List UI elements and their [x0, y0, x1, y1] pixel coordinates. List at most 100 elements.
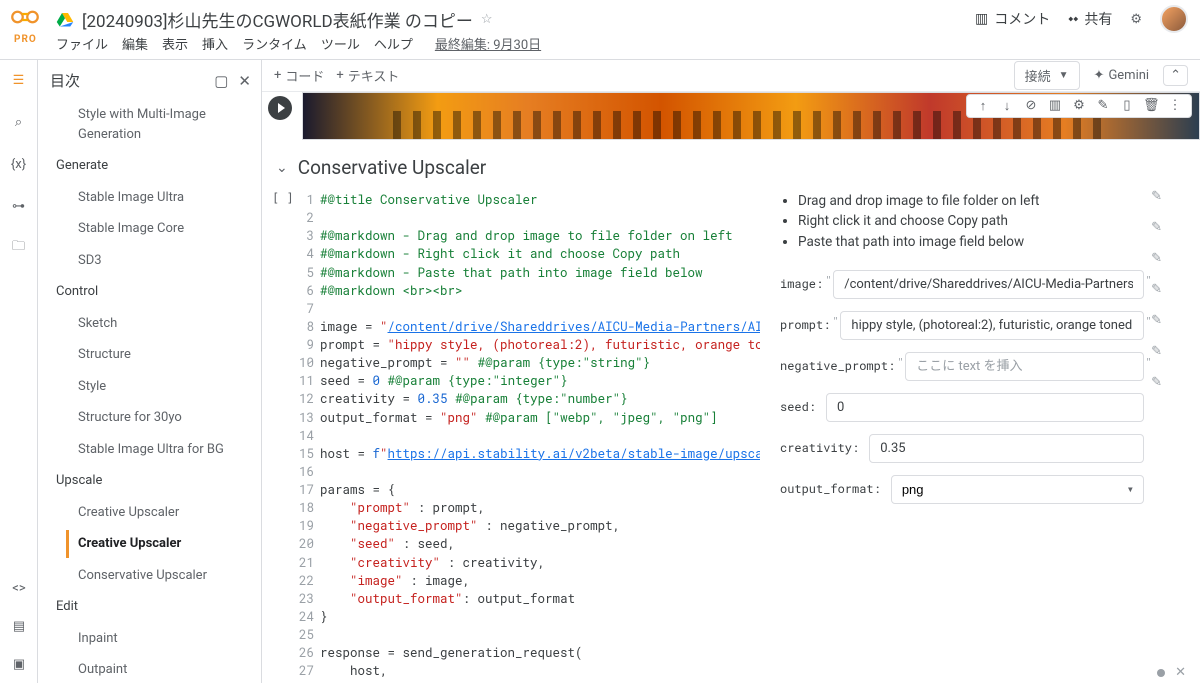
toc-item[interactable]: Stable Image Ultra — [38, 182, 261, 214]
add-code-button[interactable]: +コード — [274, 66, 324, 85]
toc-item[interactable]: Structure for 30yo — [38, 402, 261, 434]
pencil-icon[interactable]: ✎ — [1151, 375, 1162, 390]
pencil-icon[interactable]: ✎ — [1151, 220, 1162, 235]
delete-cell-icon[interactable]: 🗑 — [1143, 98, 1159, 114]
gemini-button[interactable]: ✦Gemini — [1094, 68, 1150, 83]
star-icon[interactable]: ☆ — [481, 12, 493, 27]
toc-item[interactable]: Upscale — [38, 465, 261, 497]
pencil-icon[interactable]: ✎ — [1151, 344, 1162, 359]
toc-item[interactable]: Conservative Upscaler — [38, 560, 261, 592]
toc-item[interactable]: Creative Upscaler — [38, 528, 261, 560]
status-bar: ✕ — [1157, 665, 1186, 680]
files-icon[interactable]: 🗀 — [9, 238, 29, 258]
status-dot-icon — [1157, 669, 1165, 677]
code-cell[interactable]: [ ] 123456789101112131415161718192021222… — [272, 189, 1200, 683]
menubar: ファイル 編集 表示 挿入 ランタイム ツール ヘルプ 最終編集: 9月30日 — [0, 34, 1200, 59]
chevron-down-icon: ▼ — [1059, 70, 1069, 81]
menu-view[interactable]: 表示 — [162, 34, 188, 53]
toc-list: Style with Multi-Image GenerationGenerat… — [38, 99, 261, 683]
instruction-item: Drag and drop image to file folder on le… — [798, 191, 1144, 211]
pencil-icon[interactable]: ✎ — [1151, 282, 1162, 297]
pencil-icon[interactable]: ✎ — [1151, 251, 1162, 266]
share-icon: ⬩⬩ — [1068, 11, 1078, 27]
section-chevron-icon[interactable]: ⌄ — [276, 160, 288, 176]
more-cell-icon[interactable]: ⋮ — [1167, 98, 1183, 114]
toc-item[interactable]: Edit — [38, 591, 261, 623]
gear-icon[interactable]: ⚙ — [1130, 12, 1142, 27]
toc-item[interactable]: Style with Multi-Image Generation — [38, 99, 261, 150]
prompt-input[interactable] — [840, 311, 1144, 340]
toc-item[interactable]: Structure — [38, 339, 261, 371]
toc-close-icon[interactable]: ✕ — [238, 72, 251, 90]
toc-newtab-icon[interactable]: ▢ — [214, 72, 228, 90]
toc-item[interactable]: Sketch — [38, 308, 261, 340]
negative-prompt-label: negative_prompt: — [780, 358, 895, 374]
menu-runtime[interactable]: ランタイム — [242, 34, 307, 53]
form-instructions: Drag and drop image to file folder on le… — [780, 191, 1144, 252]
toc-item[interactable]: Creative Upscaler — [38, 497, 261, 529]
comment-cell-icon[interactable]: ▥ — [1047, 98, 1063, 114]
seed-input[interactable] — [826, 393, 1144, 422]
last-edit[interactable]: 最終編集: 9月30日 — [435, 34, 541, 53]
form-panel: ✎ ✎ ✎ ✎ ✎ ✎ ✎ Drag and drop image to fil… — [760, 189, 1160, 683]
secrets-icon[interactable]: ⊶ — [9, 196, 29, 216]
command-icon[interactable]: ▣ — [9, 654, 29, 674]
drive-icon — [56, 11, 74, 27]
toc-title: 目次 — [50, 70, 80, 91]
toc-item[interactable]: Stable Image Core — [38, 213, 261, 245]
link-icon[interactable]: ⊘ — [1023, 98, 1039, 114]
negative-prompt-input[interactable] — [905, 352, 1144, 381]
creativity-input[interactable] — [869, 434, 1144, 463]
toc-icon[interactable]: ☰ — [9, 70, 29, 90]
image-input[interactable] — [833, 270, 1144, 299]
colab-logo-icon — [10, 6, 40, 28]
menu-insert[interactable]: 挿入 — [202, 34, 228, 53]
move-down-icon[interactable]: ↓ — [999, 98, 1015, 114]
toc-item[interactable]: Inpaint — [38, 623, 261, 655]
move-up-icon[interactable]: ↑ — [975, 98, 991, 114]
terminal-icon[interactable]: ▤ — [9, 616, 29, 636]
menu-edit[interactable]: 編集 — [122, 34, 148, 53]
notebook-toolbar: +コード +テキスト 接続▼ ✦Gemini ⌃ — [262, 60, 1200, 92]
output-format-select[interactable]: png — [891, 475, 1144, 504]
instruction-item: Right click it and choose Copy path — [798, 211, 1144, 231]
toc-item[interactable]: Control — [38, 276, 261, 308]
close-status-icon[interactable]: ✕ — [1175, 665, 1186, 680]
search-icon[interactable]: ⌕ — [9, 112, 29, 132]
cell-toolbar: ↑ ↓ ⊘ ▥ ⚙ ✎ ▯ 🗑 ⋮ — [966, 94, 1192, 118]
settings-cell-icon[interactable]: ⚙ — [1071, 98, 1087, 114]
connect-button[interactable]: 接続▼ — [1014, 61, 1080, 90]
variables-icon[interactable]: {x} — [9, 154, 29, 174]
doc-title[interactable]: [20240903]杉山先生のCGWORLD表紙作業 のコピー — [82, 7, 473, 32]
creativity-label: creativity: — [780, 440, 859, 456]
mirror-cell-icon[interactable]: ▯ — [1119, 98, 1135, 114]
toc-item[interactable]: Outpaint — [38, 654, 261, 683]
edit-cell-icon[interactable]: ✎ — [1095, 98, 1111, 114]
run-cell-button[interactable] — [268, 96, 292, 120]
form-edit-icons: ✎ ✎ ✎ ✎ ✎ ✎ ✎ — [1151, 189, 1162, 390]
collapse-button[interactable]: ⌃ — [1163, 65, 1188, 86]
prompt-label: prompt: — [780, 317, 830, 333]
line-numbers: 1234567891011121314151617181920212223242… — [294, 189, 320, 683]
menu-help[interactable]: ヘルプ — [374, 34, 413, 53]
execution-count: [ ] — [272, 191, 294, 205]
pencil-icon[interactable]: ✎ — [1151, 189, 1162, 204]
toc-item[interactable]: Style — [38, 371, 261, 403]
code-editor[interactable]: #@title Conservative Upscaler #@markdown… — [320, 189, 760, 683]
toc-item[interactable]: Generate — [38, 150, 261, 182]
menu-file[interactable]: ファイル — [56, 34, 108, 53]
toc-item[interactable]: SD3 — [38, 245, 261, 277]
comment-button[interactable]: ▥コメント — [975, 9, 1050, 29]
instruction-item: Paste that path into image field below — [798, 232, 1144, 252]
toc-item[interactable]: Stable Image Ultra for BG — [38, 434, 261, 466]
code-snippets-icon[interactable]: <> — [9, 578, 29, 598]
sparkle-icon: ✦ — [1094, 68, 1105, 83]
add-text-button[interactable]: +テキスト — [336, 66, 399, 85]
share-button[interactable]: ⬩⬩共有 — [1068, 9, 1112, 29]
notebook-body: ↑ ↓ ⊘ ▥ ⚙ ✎ ▯ 🗑 ⋮ ⌄ Conservative Upscale… — [262, 92, 1200, 683]
menu-tools[interactable]: ツール — [321, 34, 360, 53]
avatar[interactable] — [1160, 5, 1188, 33]
comment-icon: ▥ — [975, 11, 988, 27]
output-format-label: output_format: — [780, 481, 881, 497]
pencil-icon[interactable]: ✎ — [1151, 313, 1162, 328]
